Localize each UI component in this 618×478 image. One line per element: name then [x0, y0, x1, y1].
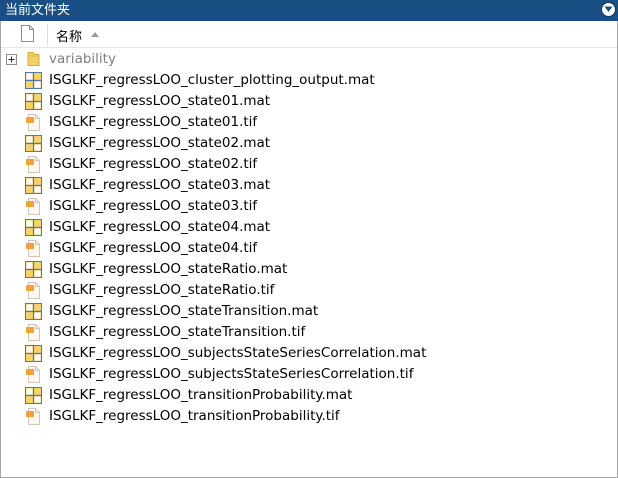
image-file-icon — [26, 408, 40, 425]
file-row[interactable]: ISGLKF_regressLOO_stateTransition.mat — [1, 301, 617, 322]
image-file-icon — [26, 366, 40, 383]
file-row[interactable]: ISGLKF_regressLOO_state03.mat — [1, 175, 617, 196]
panel-actions-button[interactable] — [601, 2, 616, 17]
folder-name: variability — [49, 51, 116, 67]
file-type-column-icon[interactable] — [21, 25, 34, 42]
file-name: ISGLKF_regressLOO_subjectsStateSeriesCor… — [49, 345, 427, 361]
image-file-icon — [26, 240, 40, 257]
sort-ascending-icon — [91, 32, 99, 37]
file-name: ISGLKF_regressLOO_state02.mat — [49, 135, 271, 151]
file-row[interactable]: ISGLKF_regressLOO_subjectsStateSeriesCor… — [1, 364, 617, 385]
file-name: ISGLKF_regressLOO_stateRatio.tif — [49, 282, 275, 298]
file-name: ISGLKF_regressLOO_state03.mat — [49, 177, 271, 193]
name-column-header[interactable]: 名称 — [56, 26, 82, 45]
file-name: ISGLKF_regressLOO_cluster_plotting_outpu… — [49, 72, 375, 88]
file-row[interactable]: ISGLKF_regressLOO_stateRatio.tif — [1, 280, 617, 301]
mat-file-icon — [25, 345, 42, 362]
file-name: ISGLKF_regressLOO_transitionProbability.… — [49, 408, 340, 424]
panel-title: 当前文件夹 — [5, 3, 71, 18]
image-file-icon — [26, 156, 40, 173]
file-name: ISGLKF_regressLOO_state04.tif — [49, 240, 258, 256]
mat-file-icon — [25, 177, 42, 194]
mat-file-icon — [25, 219, 42, 236]
file-row[interactable]: ISGLKF_regressLOO_stateRatio.mat — [1, 259, 617, 280]
current-folder-panel: 名称 variability ISGLKF_regressLOO_cluster… — [0, 21, 618, 478]
file-name: ISGLKF_regressLOO_transitionProbability.… — [49, 387, 353, 403]
file-name: ISGLKF_regressLOO_stateRatio.mat — [49, 261, 288, 277]
file-row[interactable]: ISGLKF_regressLOO_state04.mat — [1, 217, 617, 238]
expand-plus-icon[interactable] — [6, 54, 17, 65]
file-name: ISGLKF_regressLOO_state04.mat — [49, 219, 271, 235]
file-name: ISGLKF_regressLOO_stateTransition.tif — [49, 324, 306, 340]
mat-file-icon — [25, 387, 42, 404]
mat-file-icon — [25, 93, 42, 110]
file-row[interactable]: ISGLKF_regressLOO_state02.tif — [1, 154, 617, 175]
column-separator — [47, 24, 48, 45]
file-row[interactable]: ISGLKF_regressLOO_stateTransition.tif — [1, 322, 617, 343]
mat-file-icon — [25, 135, 42, 152]
mat-file-icon — [25, 303, 42, 320]
image-file-icon — [26, 198, 40, 215]
image-file-icon — [26, 282, 40, 299]
file-row[interactable]: ISGLKF_regressLOO_state01.mat — [1, 91, 617, 112]
column-header: 名称 — [1, 21, 617, 48]
image-file-icon — [26, 114, 40, 131]
file-row[interactable]: ISGLKF_regressLOO_subjectsStateSeriesCor… — [1, 343, 617, 364]
file-row[interactable]: ISGLKF_regressLOO_transitionProbability.… — [1, 406, 617, 427]
chevron-down-icon — [604, 6, 613, 12]
mat-file-icon — [25, 72, 42, 89]
file-row[interactable]: ISGLKF_regressLOO_state04.tif — [1, 238, 617, 259]
file-name: ISGLKF_regressLOO_state01.mat — [49, 93, 271, 109]
file-row[interactable]: ISGLKF_regressLOO_transitionProbability.… — [1, 385, 617, 406]
file-row[interactable]: ISGLKF_regressLOO_state03.tif — [1, 196, 617, 217]
file-row[interactable]: ISGLKF_regressLOO_state01.tif — [1, 112, 617, 133]
file-name: ISGLKF_regressLOO_state03.tif — [49, 198, 258, 214]
file-row[interactable]: ISGLKF_regressLOO_state02.mat — [1, 133, 617, 154]
file-name: ISGLKF_regressLOO_state01.tif — [49, 114, 258, 130]
file-name: ISGLKF_regressLOO_subjectsStateSeriesCor… — [49, 366, 414, 382]
file-name: ISGLKF_regressLOO_stateTransition.mat — [49, 303, 319, 319]
folder-icon — [27, 52, 40, 66]
image-file-icon — [26, 324, 40, 341]
file-row[interactable]: ISGLKF_regressLOO_cluster_plotting_outpu… — [1, 70, 617, 91]
panel-titlebar: 当前文件夹 — [0, 0, 618, 21]
file-name: ISGLKF_regressLOO_state02.tif — [49, 156, 258, 172]
folder-row-variability[interactable]: variability — [1, 49, 617, 70]
mat-file-icon — [25, 261, 42, 278]
